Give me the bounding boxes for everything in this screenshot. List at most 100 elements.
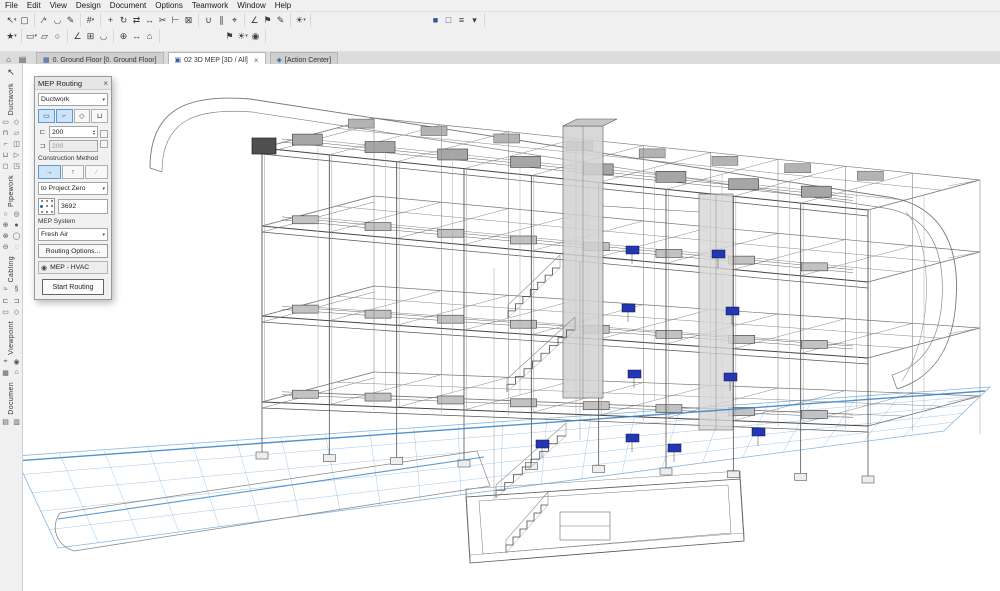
menu-help[interactable]: Help [275,1,291,10]
cabling-tool-3-icon[interactable]: ⊏ [1,296,11,306]
wall-tool-icon[interactable]: ▱ [38,30,51,43]
ductwork-tool-5-icon[interactable]: ⌐ [1,139,11,149]
move-icon[interactable]: + [104,14,117,27]
pan-icon[interactable]: ↔ [130,30,143,43]
menu-options[interactable]: Options [155,1,183,10]
erase-icon[interactable]: ⊠ [182,14,195,27]
snap-point-icon[interactable]: ⌖ [228,14,241,27]
vertical-method-button[interactable]: ↑ [62,165,85,179]
ductwork-tool-6-icon[interactable]: ◫ [12,139,22,149]
viewpoint-tool-4-icon[interactable]: ⌂ [12,368,22,378]
straight-segment-mode-button[interactable]: ▭ [38,109,55,123]
close-icon[interactable]: × [103,79,108,88]
mep-system-dropdown[interactable]: Fresh Air ▾ [38,228,108,241]
start-routing-button[interactable]: Start Routing [42,279,104,295]
pipe-tool-icon[interactable]: ○ [51,30,64,43]
mirror-icon[interactable]: ⇄ [130,14,143,27]
vertical-segment-mode-button[interactable]: ⊔ [91,109,108,123]
cube-outline-icon[interactable]: □ [442,14,455,27]
duct-tool-icon[interactable]: ▭▾ [25,30,38,43]
cabling-tool-4-icon[interactable]: ⊐ [12,296,22,306]
rotate-icon[interactable]: ↻ [117,14,130,27]
stretch-icon[interactable]: ↔ [143,14,156,27]
sloped-method-button[interactable]: ∕ [85,165,108,179]
guide-lines-icon[interactable]: ∥ [215,14,228,27]
pipework-tool-4-icon[interactable]: ● [12,220,22,230]
menu-window[interactable]: Window [237,1,265,10]
ductwork-tool-4-icon[interactable]: ▱ [12,128,22,138]
select-arrow-icon[interactable]: ↖▾ [5,14,18,27]
layer-row[interactable]: ◉ MEP - HVAC [38,261,108,274]
viewpoint-tool-1-icon[interactable]: ⌖ [1,357,11,367]
cube-solid-icon[interactable]: ■ [429,14,442,27]
documen-tool-1-icon[interactable]: ▤ [1,417,11,427]
trim-icon[interactable]: ✂ [156,14,169,27]
home-view-icon[interactable]: ⌂ [143,30,156,43]
stepper-icons[interactable]: ▴▾ [93,129,95,136]
toolbox-icons: ≈§⊏⊐▭◇ [1,285,22,317]
grid-snap-icon[interactable]: #▾ [84,14,97,27]
menu-view[interactable]: View [50,1,67,10]
arc-tool-icon[interactable]: ◡ [51,14,64,27]
cabling-tool-5-icon[interactable]: ▭ [1,307,11,317]
ductwork-tool-2-icon[interactable]: ◇ [12,117,22,127]
measure-icon[interactable]: ∠ [248,14,261,27]
pipework-tool-5-icon[interactable]: ⊗ [1,231,11,241]
viewpoint-tool-2-icon[interactable]: ◉ [12,357,22,367]
render-settings-icon[interactable]: ☀▾ [236,30,249,43]
annotation-icon[interactable]: ✎ [274,14,287,27]
menu-design[interactable]: Design [76,1,101,10]
pipework-tool-2-icon[interactable]: ◎ [12,209,22,219]
cabling-tool-2-icon[interactable]: § [12,285,22,295]
select-arrow-icon[interactable]: ↖ [5,66,18,79]
elevation-field[interactable]: 3692 [58,199,108,214]
pen-tool-icon[interactable]: ✎ [64,14,77,27]
duct-height-field[interactable]: 200 [49,140,98,152]
viewpoint-tool-3-icon[interactable]: ▦ [1,368,11,378]
pipework-tool-8-icon[interactable]: ◌ [12,242,22,252]
marker-flag-icon[interactable]: ⚑ [223,30,236,43]
more-dropdown-icon[interactable]: ▾ [468,14,481,27]
favorites-icon[interactable]: ★▾ [5,30,18,43]
magnet-icon[interactable]: ∪ [202,14,215,27]
menu-edit[interactable]: Edit [27,1,41,10]
angle-icon[interactable]: ∠ [71,30,84,43]
anchor-point-grid[interactable] [38,198,55,215]
menu-teamwork[interactable]: Teamwork [192,1,228,10]
bend-segment-mode-button[interactable]: ⌐ [56,109,73,123]
split-icon[interactable]: ⊢ [169,14,182,27]
palette-titlebar[interactable]: MEP Routing × [35,77,111,90]
ductwork-tool-10-icon[interactable]: ◳ [12,161,22,171]
pipework-tool-1-icon[interactable]: ○ [1,209,11,219]
pipework-tool-7-icon[interactable]: ⊖ [1,242,11,252]
reference-level-dropdown[interactable]: to Project Zero ▾ [38,182,108,195]
cabling-tool-6-icon[interactable]: ◇ [12,307,22,317]
offset-icon[interactable]: ⊞ [84,30,97,43]
menu-document[interactable]: Document [110,1,146,10]
pipework-tool-3-icon[interactable]: ⊕ [1,220,11,230]
layers-icon[interactable]: ≡ [455,14,468,27]
routing-options-button[interactable]: Routing Options... [38,244,108,258]
inclined-segment-mode-button[interactable]: ◇ [74,109,91,123]
ductwork-tool-8-icon[interactable]: ▷ [12,150,22,160]
sun-settings-icon[interactable]: ☀▾ [294,14,307,27]
orbit-icon[interactable]: ◉ [249,30,262,43]
model-canvas[interactable]: MEP Routing × Ductwork ▾ ▭ ⌐ ◇ ⊔ [23,64,1000,591]
line-tool-icon[interactable]: ∕▾ [38,14,51,27]
zoom-window-icon[interactable]: ⊕ [117,30,130,43]
geometry-link-strip[interactable] [100,126,108,152]
duct-width-field[interactable]: 200 ▴▾ [49,126,98,138]
documen-tool-2-icon[interactable]: ▥ [12,417,22,427]
pipework-tool-6-icon[interactable]: ◯ [12,231,22,241]
ductwork-tool-3-icon[interactable]: ⊓ [1,128,11,138]
cabling-tool-1-icon[interactable]: ≈ [1,285,11,295]
marquee-icon[interactable]: ▢ [18,14,31,27]
ductwork-tool-7-icon[interactable]: ⊔ [1,150,11,160]
ductwork-tool-1-icon[interactable]: ▭ [1,117,11,127]
fillet-icon[interactable]: ◡ [97,30,110,43]
element-type-dropdown[interactable]: Ductwork ▾ [38,93,108,106]
ductwork-tool-9-icon[interactable]: ◻ [1,161,11,171]
menu-file[interactable]: File [5,1,18,10]
horizontal-method-button[interactable]: → [38,165,61,179]
flag-icon[interactable]: ⚑ [261,14,274,27]
